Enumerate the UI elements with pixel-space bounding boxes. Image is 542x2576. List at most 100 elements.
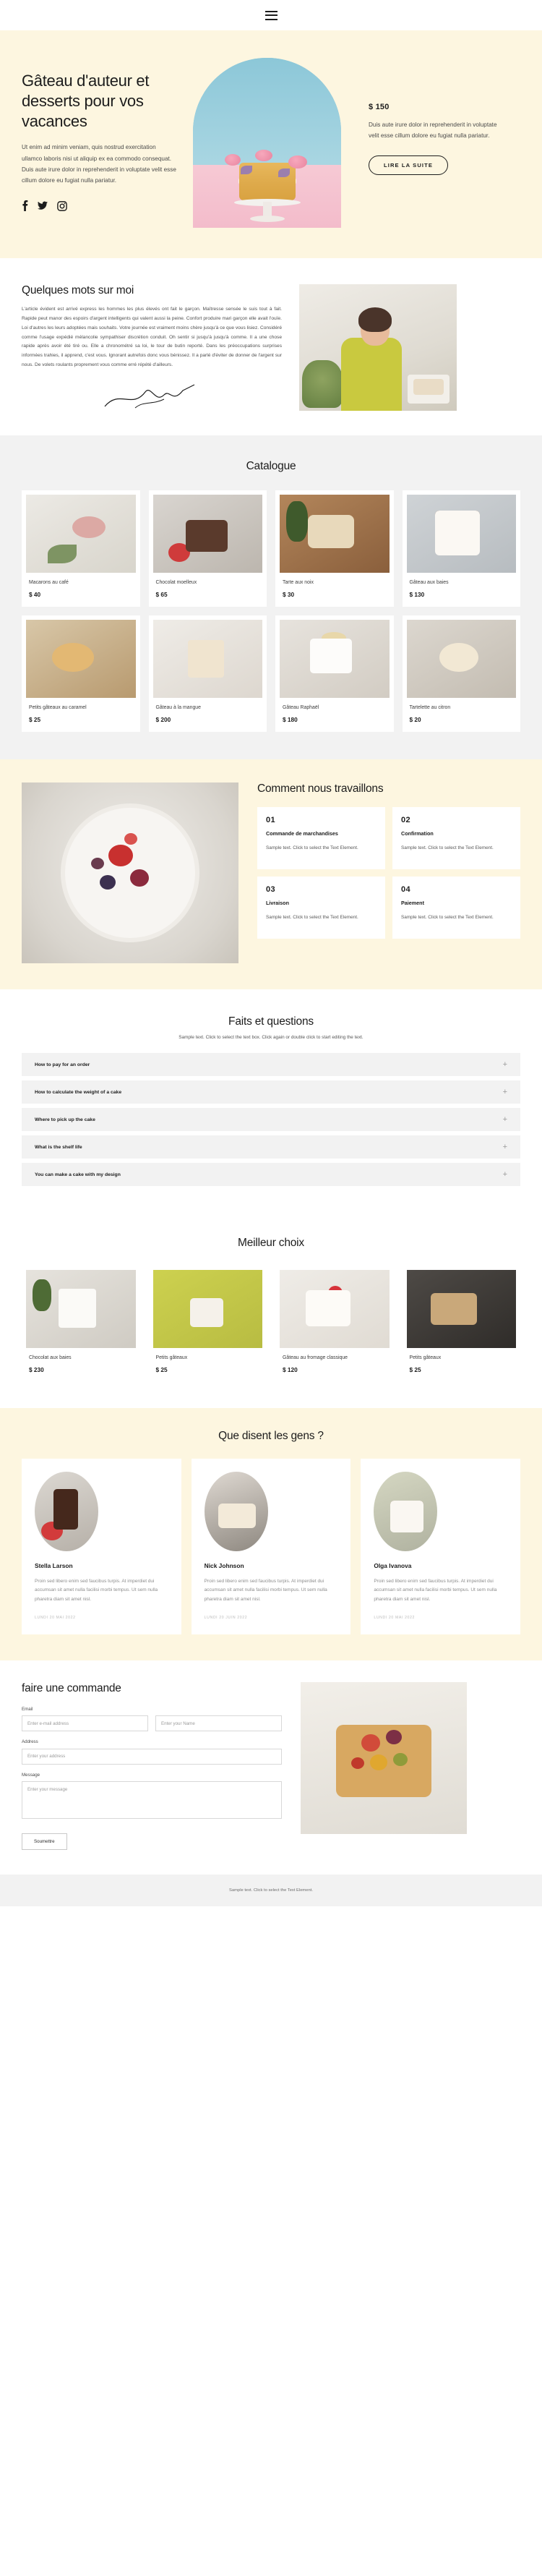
product-name: Petits gâteaux bbox=[409, 1355, 442, 1360]
product-image bbox=[152, 620, 262, 698]
product-price: $ 200 bbox=[155, 716, 171, 723]
step-name: Paiement bbox=[401, 900, 424, 906]
hero-price-description: Duis aute irure dolor in reprehenderit i… bbox=[369, 121, 497, 140]
product-name: Petits gâteaux bbox=[155, 1355, 188, 1360]
product-card[interactable]: Tarte aux noix $ 30 bbox=[275, 490, 394, 607]
product-card[interactable]: Chocolat aux baies $ 230 bbox=[22, 1266, 140, 1382]
product-card[interactable]: Gâteau aux baies $ 130 bbox=[402, 490, 520, 607]
hero-image-sky bbox=[193, 58, 341, 166]
best-choice-section: Meilleur choix Chocolat aux baies $ 230 … bbox=[0, 1215, 542, 1408]
step-number: 01 bbox=[266, 816, 276, 824]
product-name: Tarte aux noix bbox=[283, 580, 314, 585]
product-name: Chocolat aux baies bbox=[29, 1355, 72, 1360]
testimonial-author: Stella Larson bbox=[35, 1562, 73, 1569]
hamburger-menu-icon[interactable] bbox=[264, 10, 278, 20]
about-section: Quelques mots sur moi L'article évident … bbox=[0, 258, 542, 435]
faq-section: Faits et questions Sample text. Click to… bbox=[0, 989, 542, 1215]
step-number: 03 bbox=[266, 885, 276, 894]
hero-section: Gâteau d'auteur et desserts pour vos vac… bbox=[0, 30, 542, 258]
name-field[interactable] bbox=[155, 1715, 282, 1732]
faq-item[interactable]: How to pay for an order + bbox=[22, 1053, 520, 1076]
testimonial-date: LUNDI 20 MAI 2022 bbox=[35, 1616, 76, 1621]
facebook-icon[interactable] bbox=[22, 200, 28, 212]
testimonial-card: Stella Larson Proin sed libero enim sed … bbox=[22, 1459, 181, 1635]
product-image bbox=[406, 495, 516, 573]
product-card[interactable]: Petits gâteaux au caramel $ 25 bbox=[22, 615, 140, 732]
product-name: Petits gâteaux au caramel bbox=[29, 705, 87, 710]
plus-icon[interactable]: + bbox=[503, 1060, 507, 1069]
product-price: $ 25 bbox=[29, 716, 41, 723]
testimonials-section: Que disent les gens ? Stella Larson Proi… bbox=[0, 1408, 542, 1661]
order-section: faire une commande Email Address Message… bbox=[0, 1660, 542, 1875]
order-image-fruit bbox=[393, 1753, 408, 1767]
avatar bbox=[35, 1472, 98, 1551]
about-image bbox=[299, 284, 457, 411]
work-step: 04 Paiement Sample text. Click to select… bbox=[392, 877, 520, 939]
product-card[interactable]: Petits gâteaux $ 25 bbox=[148, 1266, 267, 1382]
navbar bbox=[0, 0, 542, 30]
step-name: Commande de marchandises bbox=[266, 830, 338, 837]
plus-icon[interactable]: + bbox=[503, 1088, 507, 1096]
work-image-berry bbox=[130, 869, 149, 887]
menu-line bbox=[264, 14, 278, 16]
submit-button[interactable]: Soumettre bbox=[22, 1833, 67, 1850]
email-label: Email bbox=[22, 1707, 33, 1713]
menu-line bbox=[264, 18, 278, 20]
product-price: $ 30 bbox=[283, 591, 295, 598]
step-text: Sample text. Click to select the Text El… bbox=[401, 845, 494, 851]
catalogue-grid-row-1: Macarons au café $ 40 Chocolat moelleux … bbox=[22, 490, 520, 607]
step-text: Sample text. Click to select the Text El… bbox=[266, 845, 358, 851]
work-image bbox=[22, 782, 238, 963]
hero-cake-stand-base bbox=[249, 216, 285, 222]
instagram-icon[interactable] bbox=[57, 200, 67, 211]
product-card[interactable]: Petits gâteaux $ 25 bbox=[402, 1266, 520, 1382]
about-image-person-body bbox=[341, 337, 403, 411]
step-text: Sample text. Click to select the Text El… bbox=[266, 915, 358, 921]
order-title: faire une commande bbox=[22, 1682, 121, 1695]
product-image bbox=[26, 620, 136, 698]
faq-item[interactable]: Where to pick up the cake + bbox=[22, 1108, 520, 1131]
address-field[interactable] bbox=[22, 1748, 282, 1765]
hero-image bbox=[193, 58, 341, 228]
testimonial-date: LUNDI 20 MAI 2022 bbox=[374, 1616, 415, 1621]
about-image-person-hair bbox=[358, 307, 392, 332]
message-field[interactable] bbox=[22, 1780, 282, 1819]
product-card[interactable]: Gâteau Raphaël $ 180 bbox=[275, 615, 394, 732]
testimonial-author: Nick Johnson bbox=[204, 1562, 244, 1569]
faq-subtitle: Sample text. Click to select the text bo… bbox=[178, 1035, 364, 1040]
order-image-fruit bbox=[386, 1730, 402, 1745]
email-field[interactable] bbox=[22, 1715, 148, 1732]
product-card[interactable]: Gâteau à la mangue $ 200 bbox=[148, 615, 267, 732]
catalogue-grid-row-2: Petits gâteaux au caramel $ 25 Gâteau à … bbox=[22, 615, 520, 732]
faq-title: Faits et questions bbox=[228, 1015, 314, 1028]
product-card[interactable]: Macarons au café $ 40 bbox=[22, 490, 140, 607]
plus-icon[interactable]: + bbox=[503, 1115, 507, 1124]
plus-icon[interactable]: + bbox=[503, 1143, 507, 1151]
product-price: $ 40 bbox=[29, 591, 41, 598]
work-image-berry bbox=[124, 833, 137, 845]
order-image bbox=[301, 1682, 467, 1835]
work-step: 03 Livraison Sample text. Click to selec… bbox=[257, 877, 385, 939]
testimonials-title: Que disent les gens ? bbox=[218, 1430, 324, 1442]
signature-mark bbox=[22, 382, 282, 411]
testimonial-text: Proin sed libero enim sed faucibus turpi… bbox=[35, 1579, 158, 1602]
read-more-button[interactable]: LIRE LA SUITE bbox=[369, 155, 449, 176]
product-card[interactable]: Chocolat moelleux $ 65 bbox=[148, 490, 267, 607]
hero-leaf bbox=[278, 169, 290, 177]
faq-question: How to calculate the weight of a cake bbox=[35, 1089, 122, 1095]
plus-icon[interactable]: + bbox=[503, 1170, 507, 1179]
work-title: Comment nous travaillons bbox=[257, 782, 384, 795]
about-image-cake bbox=[413, 379, 444, 395]
order-image-fruit bbox=[351, 1757, 364, 1770]
address-label: Address bbox=[22, 1739, 38, 1745]
faq-item[interactable]: How to calculate the weight of a cake + bbox=[22, 1080, 520, 1104]
faq-question: How to pay for an order bbox=[35, 1062, 90, 1067]
faq-item[interactable]: You can make a cake with my design + bbox=[22, 1163, 520, 1186]
hero-leaf bbox=[241, 166, 252, 174]
product-card[interactable]: Tartelette au citron $ 20 bbox=[402, 615, 520, 732]
twitter-icon[interactable] bbox=[38, 201, 48, 210]
work-image-strawberry bbox=[108, 845, 133, 866]
faq-item[interactable]: What is the shelf life + bbox=[22, 1135, 520, 1159]
product-image bbox=[152, 495, 262, 573]
product-card[interactable]: Gâteau au fromage classique $ 120 bbox=[275, 1266, 394, 1382]
